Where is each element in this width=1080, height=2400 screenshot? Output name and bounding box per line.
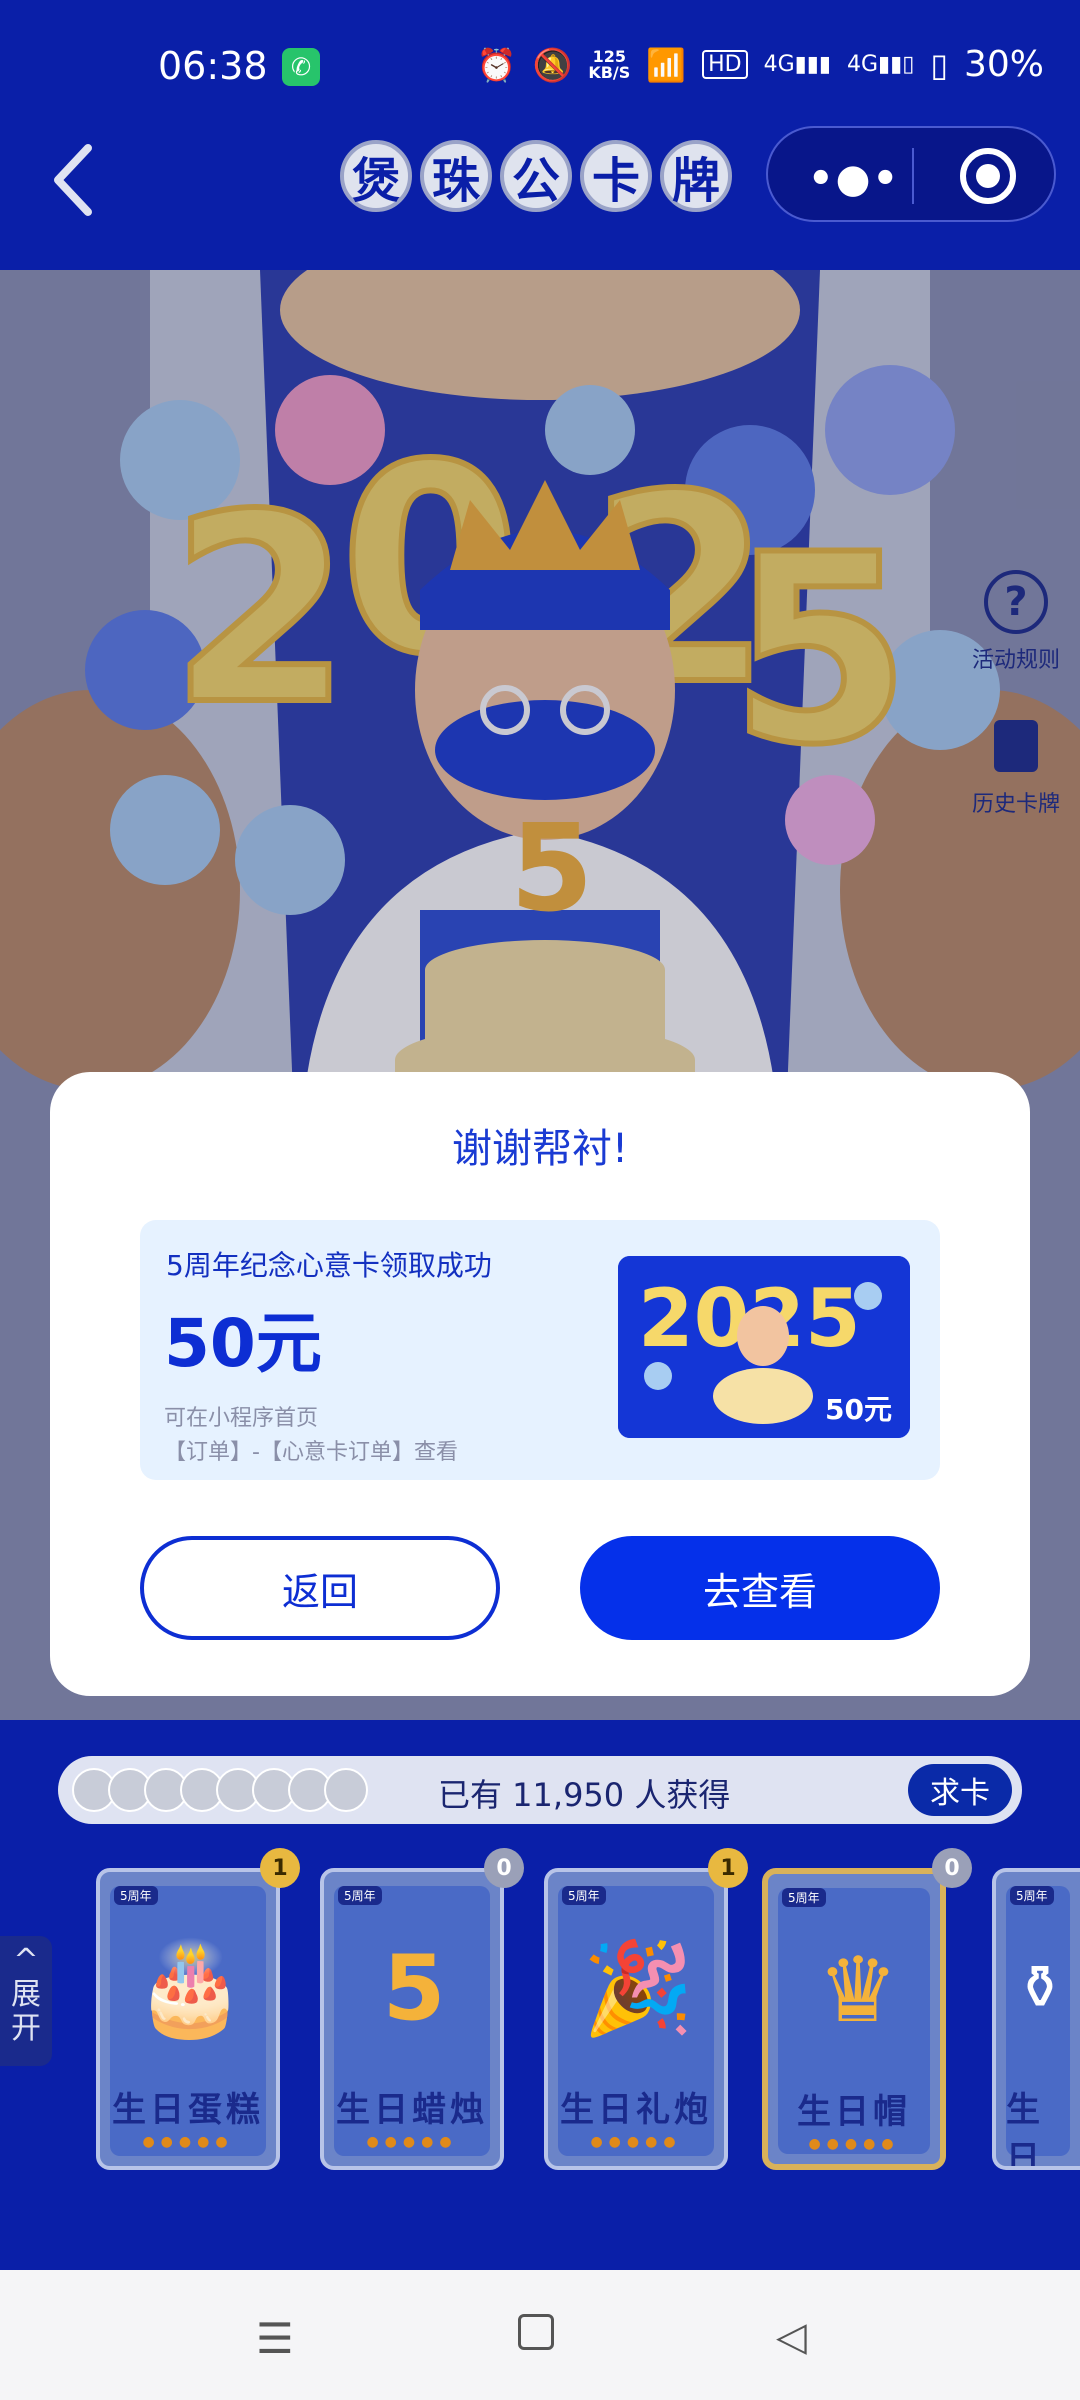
card-tag: 5周年: [782, 1888, 826, 1907]
system-nav-bar: ☰ ◁: [0, 2270, 1080, 2400]
card-birthday-popper[interactable]: 5周年 🎉 生日礼炮 ●●●●●: [544, 1868, 728, 2170]
return-button[interactable]: 返回: [140, 1536, 500, 1640]
holders-count-text: 已有 11,950 人获得: [438, 1776, 731, 1814]
card-tag: 5周年: [1010, 1886, 1054, 1905]
reward-note-line1: 可在小程序首页: [164, 1406, 319, 1431]
reward-amount: 50元: [164, 1305, 322, 1382]
battery-percent: 30%: [963, 44, 1044, 85]
title-char: 牌: [660, 140, 732, 212]
mute-icon: 🔕: [532, 45, 573, 84]
mini-program-capsule: •●•: [766, 126, 1056, 222]
card-name: 生日蛋糕: [112, 2090, 264, 2130]
title-char: 公: [500, 140, 572, 212]
gift-card-image: 2025 50元: [618, 1256, 910, 1438]
view-button[interactable]: 去查看: [580, 1536, 940, 1640]
cake-icon: 🎂: [133, 1935, 247, 2041]
back-arrow-icon[interactable]: [48, 140, 98, 220]
modal-title: 谢谢帮衬!: [451, 1126, 629, 1172]
chevron-up-icon: ^: [13, 1943, 39, 1978]
status-icons: ⏰ 🔕 125 KB/S 📶 HD 4G▮▮▮ 4G▮▮▯ ▯ 30%: [477, 44, 1044, 85]
card-birthday-bottle[interactable]: 5周年 ⚱ 生日: [992, 1868, 1080, 2170]
card-name: 生日蜡烛: [336, 2090, 488, 2130]
card-name: 生日帽: [797, 2092, 911, 2132]
bottle-icon: ⚱: [1014, 1953, 1066, 2023]
gift-card-value: 50元: [825, 1393, 892, 1426]
card-count-badge: 0: [932, 1848, 972, 1888]
avatar: [324, 1768, 368, 1812]
card-name: 生日礼炮: [560, 2090, 712, 2130]
card-count-badge: 0: [484, 1848, 524, 1888]
candle-icon: 5: [382, 1935, 446, 2041]
more-dots-icon[interactable]: •●•: [808, 156, 900, 202]
crown-icon: ♛: [817, 1937, 899, 2043]
card-tag: 5周年: [562, 1886, 606, 1905]
call-icon: ✆: [282, 48, 320, 86]
card-name: 生日: [1006, 2090, 1044, 2170]
card-count-badge: 1: [260, 1848, 300, 1888]
alarm-icon: ⏰: [476, 45, 517, 84]
menu-icon[interactable]: ☰: [256, 2314, 294, 2363]
network-speed: 125 KB/S: [588, 46, 631, 82]
title-char: 煲: [340, 140, 412, 212]
home-icon[interactable]: [518, 2314, 554, 2350]
card-stars: ●●●●●: [366, 2134, 458, 2150]
card-tag: 5周年: [338, 1886, 382, 1905]
page-title: 煲 珠 公 卡 牌: [340, 140, 732, 212]
card-birthday-candle[interactable]: 5周年 5 生日蜡烛 ●●●●●: [320, 1868, 504, 2170]
status-bar: 06:38 ✆ ⏰ 🔕 125 KB/S 📶 HD 4G▮▮▮ 4G▮▮▯ ▯ 3…: [0, 0, 1080, 130]
signal-4g-icon: 4G▮▮▮: [763, 52, 831, 77]
title-char: 珠: [420, 140, 492, 212]
reward-headline: 5周年纪念心意卡领取成功: [166, 1249, 492, 1282]
holders-bar: 已有 11,950 人获得 求卡: [58, 1756, 1022, 1824]
holder-avatars: [72, 1768, 368, 1812]
capsule-divider: [912, 148, 914, 204]
ask-card-button[interactable]: 求卡: [908, 1764, 1012, 1816]
card-birthday-cake[interactable]: 5周年 🎂 生日蛋糕 ●●●●●: [96, 1868, 280, 2170]
target-icon[interactable]: [960, 148, 1016, 204]
card-stars: ●●●●●: [808, 2136, 900, 2152]
expand-tab[interactable]: ^ 展开: [0, 1936, 52, 2066]
back-triangle-icon[interactable]: ◁: [776, 2314, 807, 2360]
card-tag: 5周年: [114, 1886, 158, 1905]
status-time: 06:38: [158, 44, 268, 88]
hd-icon: HD: [702, 50, 748, 79]
reward-info-box: 5周年纪念心意卡领取成功 50元 可在小程序首页 【订单】-【心意卡订单】查看 …: [140, 1220, 940, 1480]
expand-label: 展开: [11, 1977, 41, 2046]
card-stars: ●●●●●: [142, 2134, 234, 2150]
success-modal: 谢谢帮衬! 5周年纪念心意卡领取成功 50元 可在小程序首页 【订单】-【心意卡…: [50, 1072, 1030, 1696]
card-count-badge: 1: [708, 1848, 748, 1888]
card-stars: ●●●●●: [590, 2134, 682, 2150]
reward-note-line2: 【订单】-【心意卡订单】查看: [164, 1440, 458, 1465]
signal-4g-icon-2: 4G▮▮▯: [847, 52, 915, 77]
card-birthday-hat[interactable]: 5周年 ♛ 生日帽 ●●●●●: [762, 1868, 946, 2170]
party-popper-icon: 🎉: [581, 1935, 695, 2041]
wifi-icon: 📶: [646, 45, 687, 84]
title-char: 卡: [580, 140, 652, 212]
battery-icon: ▯: [930, 45, 948, 84]
